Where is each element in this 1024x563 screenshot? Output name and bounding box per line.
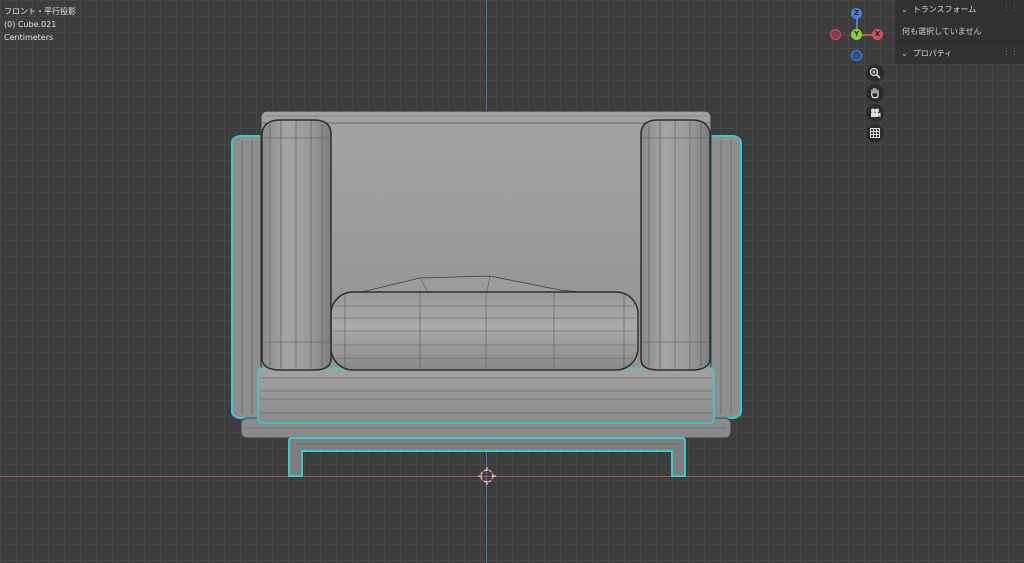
view-name: フロント・平行投影 <box>4 7 76 16</box>
camera-icon <box>871 108 881 117</box>
pan-button[interactable] <box>866 84 884 102</box>
properties-panel-header[interactable]: ⌄ プロパティ <box>901 47 952 59</box>
viewport-info: フロント・平行投影 (0) Cube.021 Centimeters <box>4 5 76 44</box>
properties-header-label: プロパティ <box>912 48 953 58</box>
gizmo-y-button[interactable]: Y <box>851 29 862 40</box>
gizmo-x-button[interactable]: X <box>872 29 883 40</box>
gizmo-z-button[interactable]: Z <box>851 8 862 19</box>
drag-handle-icon[interactable]: ⋮⋮ <box>1002 47 1019 57</box>
chevron-down-icon: ⌄ <box>901 4 908 14</box>
right-arm-outer <box>710 135 742 419</box>
left-armrest-cushion <box>261 119 332 371</box>
panel-divider <box>895 41 1024 42</box>
camera-view-button[interactable] <box>866 104 884 122</box>
transform-panel-header[interactable]: ⌄ トランスフォーム <box>901 3 976 15</box>
zoom-button[interactable] <box>866 64 884 82</box>
drag-handle-icon[interactable]: ⋮⋮ <box>1002 3 1019 13</box>
unit-label: Centimeters <box>4 33 54 42</box>
3d-viewport[interactable]: フロント・平行投影 (0) Cube.021 Centimeters Z Y X <box>0 0 1024 563</box>
grid-view-icon <box>870 128 880 138</box>
gizmo-neg-z-button[interactable] <box>851 50 862 61</box>
transform-header-label: トランスフォーム <box>912 4 977 14</box>
ortho-toggle-button[interactable] <box>866 124 884 142</box>
hand-pan-icon <box>871 87 879 99</box>
right-armrest-cushion <box>640 119 711 371</box>
object-label: (0) Cube.021 <box>4 20 57 29</box>
chevron-down-icon: ⌄ <box>901 48 908 58</box>
zoom-icon <box>869 67 881 79</box>
bolster-pillow <box>330 291 639 371</box>
navigation-gizmo[interactable]: Z Y X <box>828 6 888 64</box>
3d-cursor-icon[interactable] <box>478 467 496 485</box>
seat-cushion <box>257 367 715 424</box>
sidebar-panel: ⌄ トランスフォーム ⋮⋮ 何も選択していません ⌄ プロパティ ⋮⋮ <box>895 0 1024 64</box>
transform-empty-text: 何も選択していません <box>902 27 982 36</box>
gizmo-neg-x-button[interactable] <box>830 29 841 40</box>
